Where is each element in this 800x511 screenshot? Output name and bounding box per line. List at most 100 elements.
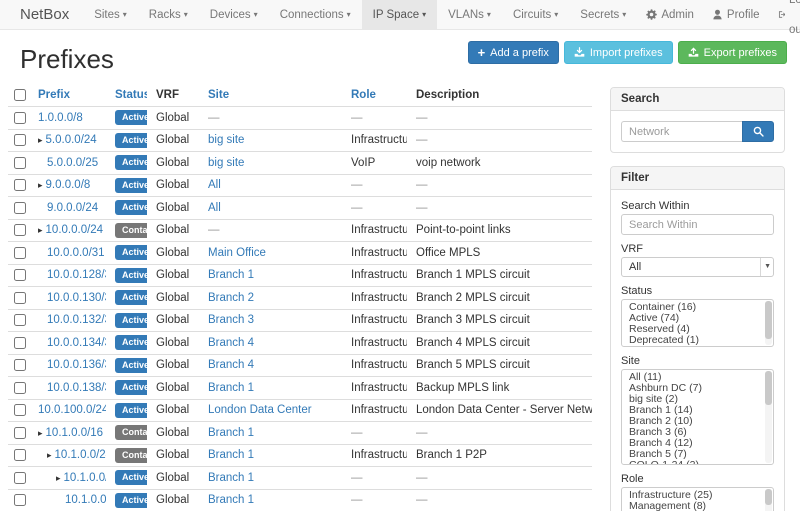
column-header-site[interactable]: Site	[199, 84, 342, 107]
prefix-link[interactable]: 10.0.0.128/31	[47, 269, 106, 281]
prefix-link[interactable]: 10.0.0.0/24	[46, 224, 104, 236]
status-badge[interactable]: Active	[115, 290, 147, 305]
listbox-option[interactable]: Branch 4 (12)	[622, 438, 773, 449]
prefix-link[interactable]: 10.0.0.134/31	[47, 337, 106, 349]
profile-menu-item[interactable]: Profile	[703, 0, 769, 30]
logout-menu-item[interactable]: Log out	[769, 0, 800, 45]
status-filter-listbox[interactable]: Container (16)Active (74)Reserved (4)Dep…	[621, 299, 774, 347]
status-badge[interactable]: Active	[115, 403, 147, 418]
prefix-link[interactable]: 1.0.0.0/8	[38, 112, 83, 124]
site-link[interactable]: big site	[208, 134, 244, 146]
prefix-link[interactable]: 10.0.0.132/31	[47, 314, 106, 326]
prefix-link[interactable]: 10.0.0.136/31	[47, 359, 106, 371]
listbox-option[interactable]: big site (2)	[622, 394, 773, 405]
listbox-option[interactable]: Branch 5 (7)	[622, 449, 773, 460]
listbox-option[interactable]: Branch 1 (14)	[622, 405, 773, 416]
row-checkbox[interactable]	[14, 382, 26, 394]
listbox-option[interactable]: Active (74)	[622, 313, 773, 324]
nav-item-connections[interactable]: Connections▾	[269, 0, 362, 29]
prefix-link[interactable]: 10.1.0.0/16	[46, 427, 104, 439]
brand-logo[interactable]: NetBox	[0, 0, 83, 29]
scrollbar[interactable]	[765, 489, 772, 511]
prefix-link[interactable]: 9.0.0.0/8	[46, 179, 91, 191]
listbox-option[interactable]: Infrastructure (25)	[622, 490, 773, 501]
listbox-option[interactable]: Management (8)	[622, 501, 773, 511]
search-input[interactable]	[621, 121, 742, 142]
site-link[interactable]: Branch 3	[208, 314, 254, 326]
status-badge[interactable]: Container	[115, 425, 147, 440]
row-checkbox[interactable]	[14, 359, 26, 371]
nav-item-circuits[interactable]: Circuits▾	[502, 0, 569, 29]
scrollbar[interactable]	[765, 371, 772, 463]
admin-menu-item[interactable]: Admin	[637, 0, 703, 30]
nav-item-secrets[interactable]: Secrets▾	[569, 0, 637, 29]
prefix-link[interactable]: 9.0.0.0/24	[47, 202, 98, 214]
status-badge[interactable]: Active	[115, 335, 147, 350]
site-link[interactable]: Branch 1	[208, 472, 254, 484]
listbox-option[interactable]: COLO-1-24 (2)	[622, 460, 773, 465]
select-all-checkbox[interactable]	[14, 89, 26, 101]
prefix-link[interactable]: 5.0.0.0/25	[47, 157, 98, 169]
status-badge[interactable]: Active	[115, 470, 147, 485]
status-badge[interactable]: Active	[115, 200, 147, 215]
prefix-link[interactable]: 10.0.0.130/31	[47, 292, 106, 304]
prefix-link[interactable]: 10.0.0.0/31	[47, 247, 105, 259]
row-checkbox[interactable]	[14, 314, 26, 326]
listbox-option[interactable]: All (11)	[622, 372, 773, 383]
row-checkbox[interactable]	[14, 224, 26, 236]
row-checkbox[interactable]	[14, 202, 26, 214]
export-prefixes-button[interactable]: Export prefixes	[678, 41, 787, 64]
status-badge[interactable]: Active	[115, 358, 147, 373]
row-checkbox[interactable]	[14, 472, 26, 484]
status-badge[interactable]: Active	[115, 380, 147, 395]
status-badge[interactable]: Container	[115, 223, 147, 238]
status-badge[interactable]: Active	[115, 245, 147, 260]
row-checkbox[interactable]	[14, 134, 26, 146]
status-badge[interactable]: Active	[115, 493, 147, 508]
row-checkbox[interactable]	[14, 179, 26, 191]
prefix-link[interactable]: 5.0.0.0/24	[46, 134, 97, 146]
status-badge[interactable]: Active	[115, 133, 147, 148]
nav-item-ip-space[interactable]: IP Space▾	[362, 0, 437, 29]
nav-item-devices[interactable]: Devices▾	[199, 0, 269, 29]
row-checkbox[interactable]	[14, 269, 26, 281]
status-badge[interactable]: Active	[115, 268, 147, 283]
row-checkbox[interactable]	[14, 404, 26, 416]
row-checkbox[interactable]	[14, 112, 26, 124]
nav-item-racks[interactable]: Racks▾	[138, 0, 199, 29]
site-link[interactable]: Branch 4	[208, 337, 254, 349]
site-link[interactable]: Branch 1	[208, 269, 254, 281]
status-badge[interactable]: Active	[115, 110, 147, 125]
prefix-link[interactable]: 10.0.0.138/31	[47, 382, 106, 394]
search-within-input[interactable]	[621, 214, 774, 235]
vrf-select[interactable]: All ▼	[621, 257, 774, 277]
listbox-option[interactable]: Reserved (4)	[622, 324, 773, 335]
row-checkbox[interactable]	[14, 494, 26, 506]
site-link[interactable]: Main Office	[208, 247, 266, 259]
site-filter-listbox[interactable]: All (11)Ashburn DC (7)big site (2)Branch…	[621, 369, 774, 465]
site-link[interactable]: Branch 1	[208, 449, 254, 461]
status-badge[interactable]: Active	[115, 313, 147, 328]
listbox-option[interactable]: Ashburn DC (7)	[622, 383, 773, 394]
import-prefixes-button[interactable]: Import prefixes	[564, 41, 673, 64]
site-link[interactable]: London Data Center	[208, 404, 312, 416]
listbox-option[interactable]: Branch 2 (10)	[622, 416, 773, 427]
listbox-option[interactable]: Container (16)	[622, 302, 773, 313]
site-link[interactable]: Branch 1	[208, 427, 254, 439]
role-filter-listbox[interactable]: Infrastructure (25)Management (8)Private…	[621, 487, 774, 511]
column-header-prefix[interactable]: Prefix	[34, 84, 106, 107]
site-link[interactable]: Branch 1	[208, 382, 254, 394]
add-prefix-button[interactable]: + Add a prefix	[468, 41, 559, 64]
scrollbar[interactable]	[765, 301, 772, 345]
site-link[interactable]: All	[208, 179, 221, 191]
prefix-link[interactable]: 10.1.0.0/24	[55, 449, 106, 461]
row-checkbox[interactable]	[14, 427, 26, 439]
row-checkbox[interactable]	[14, 337, 26, 349]
listbox-option[interactable]: Deprecated (1)	[622, 335, 773, 346]
status-badge[interactable]: Active	[115, 155, 147, 170]
prefix-link[interactable]: 10.1.0.0/26	[65, 494, 106, 506]
status-badge[interactable]: Active	[115, 178, 147, 193]
column-header-role[interactable]: Role	[342, 84, 407, 107]
site-link[interactable]: Branch 2	[208, 292, 254, 304]
site-link[interactable]: Branch 4	[208, 359, 254, 371]
